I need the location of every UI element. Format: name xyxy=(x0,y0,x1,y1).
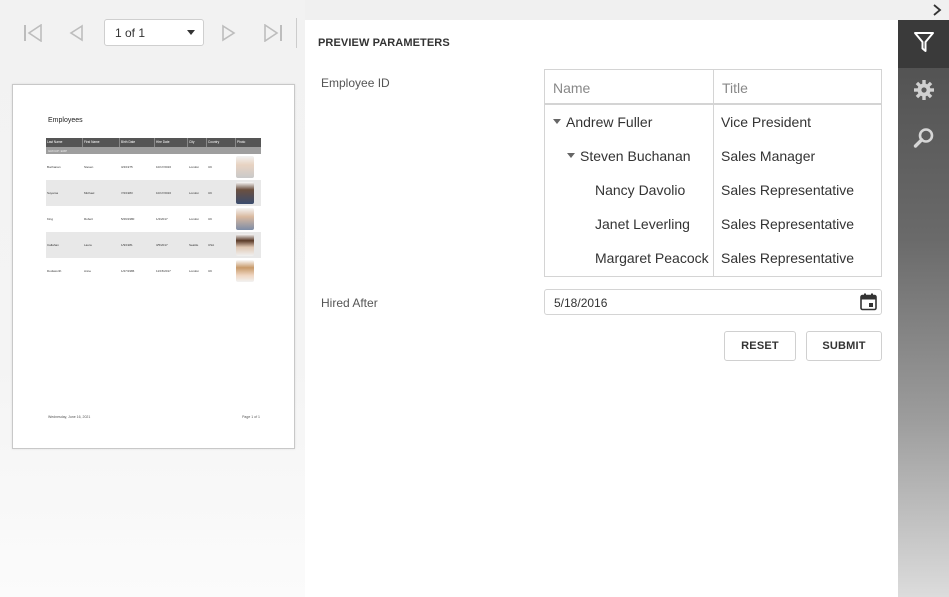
column-header-title[interactable]: Title xyxy=(714,70,881,103)
report-col-header: First Name xyxy=(83,138,120,147)
column-header-name[interactable]: Name xyxy=(545,70,714,103)
report-cell: 1/2/2017 xyxy=(156,217,168,221)
employee-title: Sales Manager xyxy=(721,148,816,164)
report-cell: Anne xyxy=(84,269,92,273)
report-cell: Michael xyxy=(84,191,95,195)
report-col-header: Last Name xyxy=(46,138,83,147)
employee-title: Sales Representative xyxy=(721,182,855,198)
hired-after-date-input[interactable]: 5/18/2016 xyxy=(544,289,882,315)
employee-name: Margaret Peacock xyxy=(595,250,709,266)
employee-photo xyxy=(236,156,254,178)
employee-name: Janet Leverling xyxy=(595,216,690,232)
employee-title: Vice President xyxy=(721,114,812,130)
report-cell: King xyxy=(47,217,54,221)
search-icon xyxy=(913,127,935,154)
chevron-down-icon xyxy=(187,30,195,35)
report-title: Employees xyxy=(48,117,83,124)
report-cell: 1/27/1986 xyxy=(121,269,135,273)
employee-title: Sales Representative xyxy=(721,216,855,232)
report-cell: 10/17/2016 xyxy=(156,165,172,169)
report-table-header: Last Name First Name Birth Date Hire Dat… xyxy=(46,138,261,147)
page-indicator: 1 of 1 xyxy=(115,26,146,40)
tree-grid-header: Name Title xyxy=(545,70,881,105)
employee-photo xyxy=(236,260,254,282)
report-cell: 11/15/2017 xyxy=(156,269,171,273)
report-cell: UK xyxy=(208,217,213,221)
report-cell: 1/9/1981 xyxy=(121,243,133,247)
page-selector[interactable]: 1 of 1 xyxy=(104,19,204,46)
report-cell: London xyxy=(189,269,200,273)
employee-photo xyxy=(236,234,254,256)
report-cell: Robert xyxy=(84,217,94,221)
report-row: Suyama Michael 7/2/1983 10/17/2016 Londo… xyxy=(46,180,261,206)
report-cell: London xyxy=(189,165,200,169)
submit-button[interactable]: SUBMIT xyxy=(806,331,882,361)
report-cell: USA xyxy=(208,243,215,247)
panel-title: PREVIEW PARAMETERS xyxy=(318,37,450,49)
report-cell: 7/2/1983 xyxy=(121,191,133,195)
report-row: King Robert 5/29/1980 1/2/2017 London UK xyxy=(46,206,261,232)
first-page-icon[interactable] xyxy=(22,22,44,44)
collapse-bar xyxy=(898,0,949,20)
gear-icon xyxy=(913,79,935,106)
report-cell: Steven xyxy=(84,165,94,169)
report-cell: 5/29/1980 xyxy=(121,217,135,221)
employee-name: Nancy Davolio xyxy=(595,182,686,198)
employee-id-label: Employee ID xyxy=(321,76,390,90)
report-cell: Laura xyxy=(84,243,92,247)
report-cell: Callahan xyxy=(47,243,59,247)
report-cell: UK xyxy=(208,191,213,195)
report-footer-date: Wednesday, June 16, 2021 xyxy=(48,415,91,419)
employee-name: Andrew Fuller xyxy=(566,114,653,130)
report-page-preview: Employees Last Name First Name Birth Dat… xyxy=(12,84,295,449)
report-cell: 10/17/2016 xyxy=(156,191,172,195)
report-table: Last Name First Name Birth Date Hire Dat… xyxy=(46,138,261,284)
hired-after-label: Hired After xyxy=(321,296,378,310)
panel-top-bar xyxy=(305,0,898,20)
report-cell: UK xyxy=(208,165,213,169)
toolbar-divider xyxy=(296,18,297,48)
reset-button[interactable]: RESET xyxy=(724,331,796,361)
report-row: Dodsworth Anne 1/27/1986 11/15/2017 Lond… xyxy=(46,258,261,284)
employee-tree-grid[interactable]: Name Title Andrew Fuller Vice President … xyxy=(544,69,882,277)
tab-parameters[interactable] xyxy=(898,20,949,68)
report-group-header: GROUP: EMP xyxy=(46,147,261,154)
last-page-icon[interactable] xyxy=(262,22,284,44)
report-col-header: Country xyxy=(207,138,236,147)
report-cell: Seattle xyxy=(189,243,199,247)
parameters-panel: PREVIEW PARAMETERS Employee ID Name Titl… xyxy=(305,0,898,597)
collapse-triangle-icon[interactable] xyxy=(567,153,575,158)
employee-title: Sales Representative xyxy=(721,250,855,266)
filter-icon xyxy=(913,31,935,58)
collapse-triangle-icon[interactable] xyxy=(553,119,561,124)
report-viewer: 1 of 1 Employees Last Name First Name Bi… xyxy=(0,0,305,597)
date-value: 5/18/2016 xyxy=(554,296,608,310)
report-cell: London xyxy=(189,191,200,195)
employee-photo xyxy=(236,208,254,230)
report-footer-page: Page 1 of 1 xyxy=(242,415,260,419)
report-cell: Buchanan xyxy=(47,165,61,169)
calendar-icon[interactable] xyxy=(860,293,877,311)
report-cell: UK xyxy=(208,269,213,273)
report-cell: London xyxy=(189,217,200,221)
tab-search[interactable] xyxy=(898,116,949,164)
chevron-right-icon[interactable] xyxy=(931,3,943,17)
report-col-header: Photo xyxy=(237,140,246,144)
report-row: Callahan Laura 1/9/1981 3/5/2017 Seattle… xyxy=(46,232,261,258)
viewer-toolbar: 1 of 1 xyxy=(0,0,305,66)
report-cell: 3/4/1975 xyxy=(121,165,133,169)
report-cell: Dodsworth xyxy=(47,269,62,273)
report-col-header: Hire Date xyxy=(155,138,188,147)
report-cell: 3/5/2017 xyxy=(156,243,168,247)
previous-page-icon[interactable] xyxy=(65,22,87,44)
next-page-icon[interactable] xyxy=(218,22,240,44)
report-col-header: Birth Date xyxy=(120,138,155,147)
employee-photo xyxy=(236,182,254,204)
report-row: Buchanan Steven 3/4/1975 10/17/2016 Lond… xyxy=(46,154,261,180)
employee-name: Steven Buchanan xyxy=(580,148,691,164)
report-col-header: City xyxy=(188,138,207,147)
side-tab-strip xyxy=(898,0,949,597)
report-cell: Suyama xyxy=(47,191,59,195)
tab-export-options[interactable] xyxy=(898,68,949,116)
